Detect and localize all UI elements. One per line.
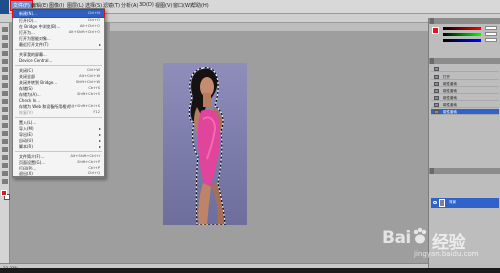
menu-analysis[interactable]: 分析(A): [121, 2, 138, 9]
history-item-selected[interactable]: 磁性套索: [431, 109, 499, 115]
app-logo-icon: [0, 0, 9, 14]
menu-separator: [15, 49, 102, 50]
move-tool-icon[interactable]: [2, 27, 8, 32]
red-slider[interactable]: [443, 27, 481, 30]
eye-icon[interactable]: [433, 201, 437, 204]
menu-separator: [15, 65, 102, 66]
history-panel-header: [429, 58, 500, 64]
layers-panel-header: [429, 168, 500, 174]
submenu-arrow-icon: ▸: [98, 144, 101, 149]
menu-help[interactable]: 帮助(H): [191, 2, 209, 9]
hand-tool-icon[interactable]: [2, 171, 8, 176]
tab-layers[interactable]: [430, 168, 434, 174]
blur-tool-icon[interactable]: [2, 123, 8, 128]
history-item[interactable]: 磁性套索: [431, 95, 499, 101]
blue-value-field[interactable]: [485, 38, 497, 42]
foreground-color-swatch[interactable]: [1, 190, 7, 196]
marquee-tool-icon[interactable]: [2, 35, 8, 40]
menu-separator: [15, 117, 102, 118]
menu-separator: [15, 151, 102, 152]
history-state-icon: [434, 96, 439, 100]
blue-slider[interactable]: [443, 39, 481, 42]
history-state-icon: [434, 103, 439, 107]
photoshop-window: 文件(F) 编辑(E) 图像(I) 图层(L) 选择(S) 滤镜(T) 分析(A…: [0, 0, 500, 273]
crop-tool-icon[interactable]: [2, 59, 8, 64]
tab-color[interactable]: [430, 18, 434, 24]
panel-fg-swatch[interactable]: [432, 27, 439, 34]
history-state-icon: [434, 110, 439, 114]
watermark-brand: Bai: [382, 228, 411, 248]
menu-window[interactable]: 窗口(W): [173, 2, 192, 9]
menu-item-device-central[interactable]: Device Central...: [13, 57, 104, 64]
document-tab-strip[interactable]: [110, 23, 438, 31]
history-state-icon: [434, 89, 439, 93]
document-photo[interactable]: [163, 63, 247, 225]
menu-item-recent-files[interactable]: 最近打开文件(T) ▸: [13, 41, 104, 48]
healing-tool-icon[interactable]: [2, 75, 8, 80]
history-item[interactable]: 磁性套索: [431, 102, 499, 108]
menu-filter[interactable]: 滤镜(T): [103, 2, 120, 9]
history-item[interactable]: 打开: [431, 74, 499, 80]
eraser-tool-icon[interactable]: [2, 107, 8, 112]
menu-item-scripts[interactable]: 脚本(R) ▸: [13, 143, 104, 150]
lasso-tool-icon[interactable]: [2, 43, 8, 48]
quick-select-tool-icon[interactable]: [2, 51, 8, 56]
history-state-icon: [434, 75, 439, 79]
layer-row-background[interactable]: 背景: [431, 198, 499, 208]
layer-thumbnail: [439, 199, 445, 207]
color-panel-header: [429, 18, 500, 24]
type-tool-icon[interactable]: [2, 147, 8, 152]
pen-tool-icon[interactable]: [2, 139, 8, 144]
dodge-tool-icon[interactable]: [2, 131, 8, 136]
zoom-tool-icon[interactable]: [2, 179, 8, 184]
eyedropper-tool-icon[interactable]: [2, 67, 8, 72]
toolbox: [0, 23, 10, 263]
watermark-url: jingyan.baidu.com: [414, 250, 479, 258]
history-item[interactable]: 磁性套索: [431, 81, 499, 87]
history-snapshot[interactable]: [431, 66, 499, 72]
windows-taskbar: [0, 268, 500, 273]
menu-item-exit[interactable]: 退出(X) Ctrl+Q: [12, 170, 105, 177]
history-brush-tool-icon[interactable]: [2, 99, 8, 104]
history-state-icon: [434, 82, 439, 86]
shape-tool-icon[interactable]: [2, 163, 8, 168]
green-slider[interactable]: [443, 33, 481, 36]
menu-3d[interactable]: 3D(D): [139, 2, 154, 8]
snapshot-thumbnail: [434, 67, 439, 71]
brush-tool-icon[interactable]: [2, 83, 8, 88]
stamp-tool-icon[interactable]: [2, 91, 8, 96]
menu-view[interactable]: 视图(V): [155, 2, 172, 9]
submenu-arrow-icon: ▸: [98, 42, 101, 47]
green-value-field[interactable]: [485, 32, 497, 36]
history-item[interactable]: 磁性套索: [431, 88, 499, 94]
photo-subject: [190, 68, 223, 225]
file-menu-dropdown: 新建(N)... Ctrl+N 打开(O)... Ctrl+O 在 Bridge 中…: [12, 8, 105, 178]
menu-item-new[interactable]: 新建(N)... Ctrl+N: [12, 9, 105, 18]
baidu-paw-logo-icon: [413, 227, 427, 244]
menu-item-revert[interactable]: 恢复(V) F12: [13, 109, 104, 116]
tab-history[interactable]: [430, 58, 434, 64]
red-value-field[interactable]: [485, 26, 497, 30]
gradient-tool-icon[interactable]: [2, 115, 8, 120]
path-select-tool-icon[interactable]: [2, 155, 8, 160]
